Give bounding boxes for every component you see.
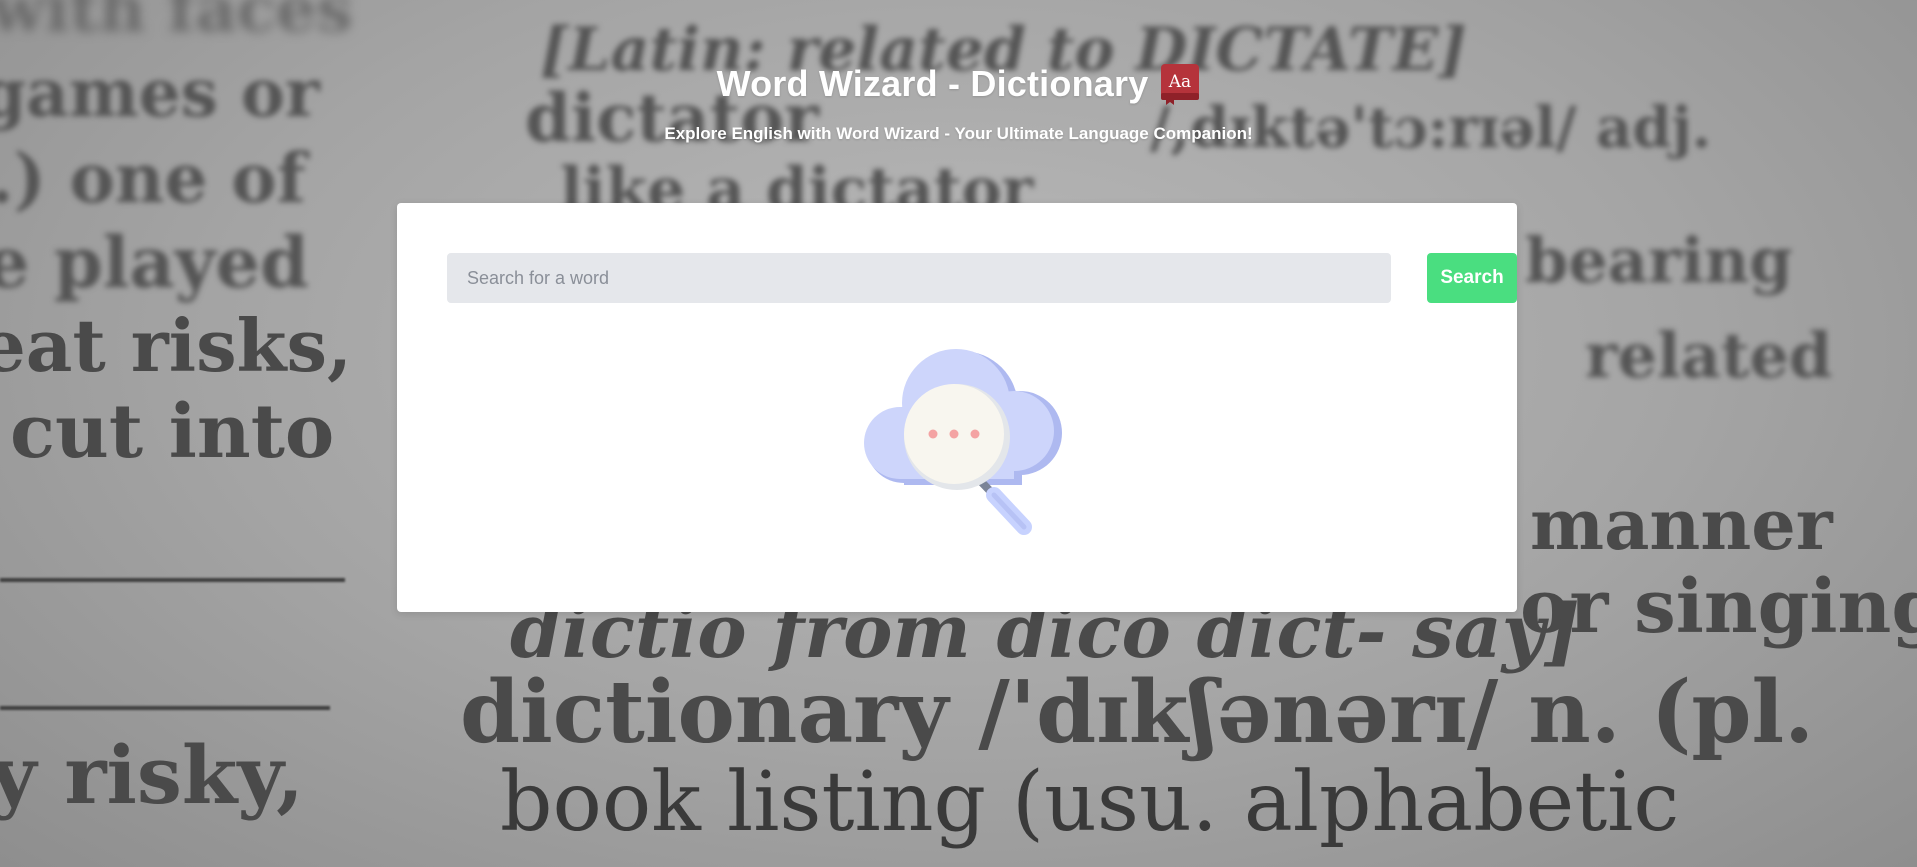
background-text: e played	[0, 221, 309, 304]
search-card: Search	[397, 203, 1517, 612]
page-subtitle: Explore English with Word Wizard - Your …	[664, 124, 1253, 143]
background-rule	[0, 578, 345, 582]
background-text: dictionary /'dɪkʃənərɪ/ n. (pl.	[460, 662, 1815, 763]
cloud-search-icon	[844, 333, 1074, 543]
background-text: with faces	[0, 0, 353, 47]
background-rule	[0, 706, 330, 710]
background-text: book listing (usu. alphabetic	[500, 755, 1680, 850]
background-text: related	[1585, 319, 1833, 392]
title-row: Word Wizard - Dictionary Aa	[717, 58, 1201, 110]
background-text: bearing	[1525, 224, 1793, 297]
background-text: cut into	[10, 389, 335, 475]
background-text: manner	[1530, 483, 1833, 566]
search-input[interactable]	[447, 253, 1391, 303]
page-header: Word Wizard - Dictionary Aa Explore Engl…	[0, 58, 1917, 144]
search-bar: Search	[447, 253, 1517, 303]
background-text: y risky,	[0, 728, 305, 822]
dictionary-book-icon: Aa	[1160, 63, 1200, 105]
page-title: Word Wizard - Dictionary	[716, 63, 1149, 104]
background-text: .) one of	[0, 139, 306, 219]
search-button[interactable]: Search	[1427, 253, 1517, 303]
background-text: eat risks,	[0, 303, 353, 388]
book-icon-label: Aa	[1168, 72, 1191, 92]
